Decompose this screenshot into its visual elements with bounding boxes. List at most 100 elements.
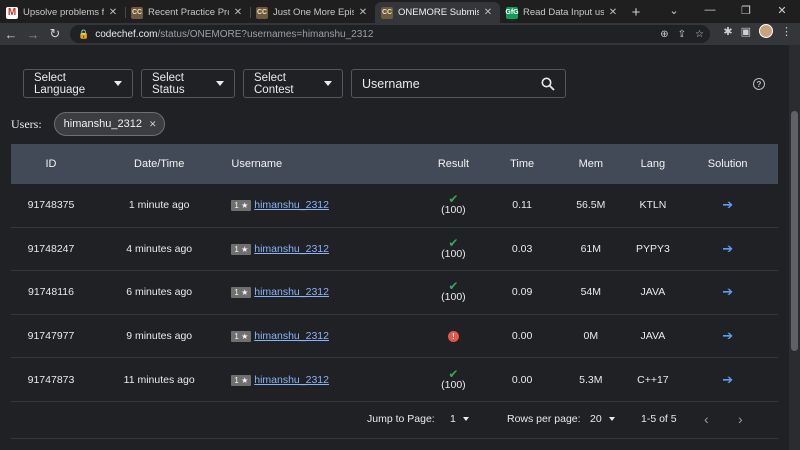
menu-icon[interactable]: ⋮ (781, 25, 792, 38)
user-chip[interactable]: himanshu_2312 ✕ (53, 112, 165, 136)
language-dropdown-label: Select Language (34, 71, 86, 96)
zoom-icon[interactable]: ⊕ (660, 29, 668, 40)
bookmark-star-icon[interactable]: ☆ (695, 29, 704, 40)
username-link[interactable]: himanshu_2312 (254, 374, 329, 386)
column-header[interactable]: Mem (553, 158, 628, 170)
close-tab-icon[interactable]: ✕ (107, 7, 119, 18)
solution-cell: ➔ (677, 328, 778, 344)
close-window-button[interactable]: ✕ (764, 0, 800, 20)
favicon-icon: CC (381, 6, 393, 19)
address-bar[interactable]: 🔒 codechef.com/status/ONEMORE?usernames=… (70, 25, 710, 43)
close-tab-icon[interactable]: ✕ (357, 7, 369, 18)
result-score: (100) (441, 247, 466, 260)
extensions-icon[interactable]: ✱ (723, 25, 732, 38)
contest-dropdown[interactable]: Select Contest (243, 69, 343, 98)
chevron-down-icon (608, 417, 615, 421)
view-solution-arrow-icon[interactable]: ➔ (722, 372, 733, 387)
username-cell: 1 ★ himanshu_2312 (227, 199, 415, 212)
browser-tab[interactable]: GfG Read Data Input using✕ (500, 2, 625, 23)
search-icon[interactable] (541, 77, 555, 91)
username-cell: 1 ★ himanshu_2312 (227, 330, 415, 343)
username-link[interactable]: himanshu_2312 (254, 286, 329, 298)
solution-cell: ➔ (677, 241, 778, 257)
username-cell: 1 ★ himanshu_2312 (227, 374, 415, 386)
column-header[interactable]: Lang (628, 158, 677, 170)
language-cell: KTLN (639, 199, 667, 212)
tab-search-icon[interactable]: ⌄ (656, 0, 692, 20)
browser-tab[interactable]: M Upsolve problems from✕ (0, 2, 125, 23)
result-score: (100) (441, 291, 466, 304)
page-select-value: 1 (450, 413, 456, 425)
next-page-icon[interactable]: › (738, 411, 743, 427)
chevron-down-icon (216, 81, 224, 86)
jump-to-page-label: Jump to Page: (367, 413, 435, 425)
username-link[interactable]: himanshu_2312 (254, 199, 329, 211)
result-cell: ✔ (100) (416, 237, 491, 260)
submission-id: 91747873 (27, 373, 75, 386)
language-dropdown[interactable]: Select Language (23, 69, 133, 98)
page-select[interactable]: 1 (450, 413, 469, 425)
view-solution-arrow-icon[interactable]: ➔ (722, 241, 733, 256)
close-icon[interactable]: ✕ (149, 119, 157, 130)
close-tab-icon[interactable]: ✕ (607, 7, 619, 18)
status-dropdown-label: Select Status (152, 71, 185, 96)
browser-toolbar: ← → ↻ 🔒 codechef.com/status/ONEMORE?user… (0, 23, 800, 45)
submission-time: 9 minutes ago (126, 330, 193, 343)
table-row: 91748247 4 minutes ago 1 ★ himanshu_2312 ✔ (1… (11, 228, 778, 272)
side-panel-icon[interactable]: ▣ (741, 25, 751, 38)
view-solution-arrow-icon[interactable]: ➔ (722, 284, 733, 299)
view-solution-arrow-icon[interactable]: ➔ (722, 197, 733, 212)
username-cell: 1 ★ himanshu_2312 (227, 286, 415, 299)
pagination: Jump to Page: 1 Rows per page: 20 1-5 of… (0, 409, 789, 431)
status-dropdown[interactable]: Select Status (141, 69, 235, 98)
submission-time: 6 minutes ago (126, 286, 193, 299)
rating-badge: 1 ★ (231, 331, 252, 343)
url-path: /status/ONEMORE?usernames=himanshu_2312 (157, 28, 374, 40)
chevron-down-icon (114, 81, 122, 86)
page-range: 1-5 of 5 (641, 413, 677, 425)
rows-per-page-value: 20 (590, 413, 602, 425)
back-button[interactable]: ← (0, 24, 22, 44)
column-header[interactable]: Username (227, 158, 415, 170)
column-header[interactable]: Time (491, 158, 553, 170)
username-link[interactable]: himanshu_2312 (254, 243, 329, 255)
result-score: (100) (441, 378, 466, 391)
time-cell: 0.09 (511, 286, 533, 299)
forward-button[interactable]: → (22, 24, 44, 44)
profile-avatar[interactable] (759, 24, 773, 38)
browser-tab[interactable]: CC Recent Practice Problem✕ (125, 2, 250, 23)
browser-tab[interactable]: CC ONEMORE Submissions✕ (375, 2, 500, 23)
close-tab-icon[interactable]: ✕ (482, 7, 494, 18)
scrollbar-thumb[interactable] (791, 111, 798, 351)
rows-per-page-select[interactable]: 20 (590, 413, 615, 425)
reload-button[interactable]: ↻ (44, 24, 66, 44)
maximize-button[interactable]: ❐ (728, 0, 764, 20)
view-solution-arrow-icon[interactable]: ➔ (722, 328, 733, 343)
column-header[interactable]: Solution (677, 158, 778, 170)
time-cell: 0.00 (511, 330, 533, 343)
submission-time: 1 minute ago (128, 199, 190, 212)
close-tab-icon[interactable]: ✕ (232, 7, 244, 18)
previous-page-icon[interactable]: ‹ (704, 411, 709, 427)
browser-tab[interactable]: CC Just One More Episode✕ (250, 2, 375, 23)
new-tab-button[interactable]: + (625, 2, 647, 23)
username-cell: 1 ★ himanshu_2312 (227, 243, 415, 255)
table-row: 91748116 6 minutes ago 1 ★ himanshu_2312 ✔ (1… (11, 271, 778, 315)
minimize-button[interactable]: — (692, 0, 728, 20)
time-cell: 0.03 (511, 242, 533, 255)
column-header[interactable]: ID (11, 158, 91, 170)
tab-title: ONEMORE Submissions (398, 7, 479, 18)
column-header[interactable]: Date/Time (91, 158, 227, 170)
column-header[interactable]: Result (416, 158, 491, 170)
username-search-input[interactable]: Username (351, 69, 566, 98)
page-scrollbar[interactable] (789, 45, 800, 450)
time-cell: 0.00 (511, 373, 533, 386)
share-icon[interactable]: ⇪ (678, 29, 686, 40)
chevron-down-icon (324, 81, 332, 86)
username-link[interactable]: himanshu_2312 (254, 330, 329, 342)
help-icon[interactable]: ? (753, 78, 765, 90)
memory-cell: 61M (580, 242, 601, 255)
tab-title: Recent Practice Problem (148, 7, 229, 18)
divider (11, 438, 778, 439)
submissions-table: ID Date/Time Username Result Time Mem La… (11, 144, 778, 402)
